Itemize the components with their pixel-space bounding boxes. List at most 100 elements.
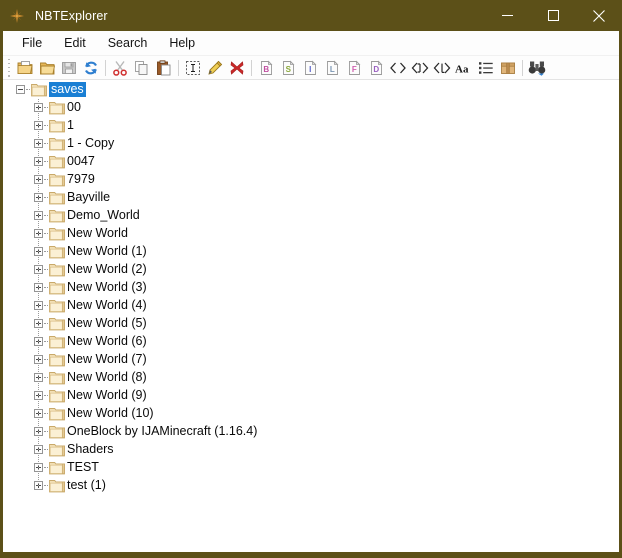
folder-icon (49, 227, 65, 241)
folder-icon (49, 353, 65, 367)
tree-item[interactable]: New World (10) (3, 405, 619, 423)
tree-connector-line (44, 485, 48, 487)
menu-item-edit[interactable]: Edit (55, 33, 95, 54)
save-icon[interactable] (58, 57, 80, 79)
tree-view[interactable]: saves 00 1 1 - Copy 0047 7979 Bayville Demo_Wor… (3, 81, 619, 552)
tree-item[interactable]: New World (3) (3, 279, 619, 297)
tree-item[interactable]: TEST (3, 459, 619, 477)
tree-item-label[interactable]: OneBlock by IJAMinecraft (1.16.4) (67, 424, 257, 439)
tree-connector-line (44, 377, 48, 379)
add-int-array-tag-icon[interactable] (409, 57, 431, 79)
tree-item[interactable]: Demo_World (3, 207, 619, 225)
tree-connector-line (44, 305, 48, 307)
add-byte-tag-icon[interactable]: B (255, 57, 277, 79)
tree-connector-line (44, 179, 48, 181)
svg-text:D: D (373, 65, 379, 74)
tree-connector-line (44, 323, 48, 325)
tree-item[interactable]: New World (1) (3, 243, 619, 261)
tree-item-label[interactable]: 7979 (67, 172, 95, 187)
tree-item-label[interactable]: New World (2) (67, 262, 147, 277)
add-list-tag-icon[interactable] (475, 57, 497, 79)
collapse-toggle-icon[interactable] (16, 85, 25, 94)
add-compound-tag-icon[interactable] (497, 57, 519, 79)
tree-item-label[interactable]: New World (7) (67, 352, 147, 367)
tree-item[interactable]: Bayville (3, 189, 619, 207)
tree-item-label[interactable]: New World (4) (67, 298, 147, 313)
add-int-tag-icon[interactable]: I (299, 57, 321, 79)
tree-item[interactable]: New World (2) (3, 261, 619, 279)
tree-connector-line (44, 359, 48, 361)
tree-item[interactable]: 00 (3, 99, 619, 117)
tree-item[interactable]: 7979 (3, 171, 619, 189)
app-compass-star-icon (9, 8, 25, 24)
tree-item-label[interactable]: 1 (67, 118, 74, 133)
tree-item[interactable]: Shaders (3, 441, 619, 459)
tree-item[interactable]: New World (4) (3, 297, 619, 315)
tree-item[interactable]: New World (5) (3, 315, 619, 333)
menu-bar: File Edit Search Help (3, 31, 619, 56)
open-folder-icon[interactable] (14, 57, 36, 79)
paste-icon[interactable] (153, 57, 175, 79)
tree-item-label[interactable]: New World (67, 226, 128, 241)
tree-item[interactable]: New World (6) (3, 333, 619, 351)
tree-connector-line (44, 431, 48, 433)
tree-item[interactable]: 1 - Copy (3, 135, 619, 153)
window-border-left (0, 31, 3, 558)
add-long-array-tag-icon[interactable] (431, 57, 453, 79)
folder-icon (49, 281, 65, 295)
cut-icon[interactable] (109, 57, 131, 79)
folder-icon (49, 191, 65, 205)
tree-item[interactable]: New World (3, 225, 619, 243)
add-long-tag-icon[interactable]: L (321, 57, 343, 79)
tree-item[interactable]: OneBlock by IJAMinecraft (1.16.4) (3, 423, 619, 441)
folder-icon (49, 389, 65, 403)
minimize-button[interactable] (484, 0, 530, 31)
tree-item-label[interactable]: 0047 (67, 154, 95, 169)
maximize-button[interactable] (530, 0, 576, 31)
delete-icon[interactable] (226, 57, 248, 79)
tree-item-label[interactable]: Bayville (67, 190, 110, 205)
refresh-icon[interactable] (80, 57, 102, 79)
tree-item-label[interactable]: 00 (67, 100, 81, 115)
tree-item-label[interactable]: Demo_World (67, 208, 140, 223)
add-string-tag-icon[interactable]: Aa (453, 57, 475, 79)
tree-item[interactable]: New World (9) (3, 387, 619, 405)
tree-item-label[interactable]: New World (1) (67, 244, 147, 259)
rename-icon[interactable] (182, 57, 204, 79)
toolbar-grip[interactable] (5, 59, 13, 77)
tree-item-label[interactable]: TEST (67, 460, 99, 475)
tree-item-label[interactable]: 1 - Copy (67, 136, 114, 151)
tree-item-label[interactable]: New World (10) (67, 406, 154, 421)
tree-item-label[interactable]: Shaders (67, 442, 114, 457)
tree-item[interactable]: New World (7) (3, 351, 619, 369)
tree-item[interactable]: 0047 (3, 153, 619, 171)
add-float-tag-icon[interactable]: F (343, 57, 365, 79)
copy-icon[interactable] (131, 57, 153, 79)
open-minecraft-folder-icon[interactable] (36, 57, 58, 79)
folder-icon (49, 317, 65, 331)
folder-icon (49, 371, 65, 385)
tree-item[interactable]: test (1) (3, 477, 619, 495)
folder-icon (49, 425, 65, 439)
edit-icon[interactable] (204, 57, 226, 79)
add-short-tag-icon[interactable]: S (277, 57, 299, 79)
find-icon[interactable] (526, 57, 548, 79)
tree-item[interactable]: 1 (3, 117, 619, 135)
add-byte-array-tag-icon[interactable] (387, 57, 409, 79)
menu-item-help[interactable]: Help (160, 33, 204, 54)
tree-item[interactable]: New World (8) (3, 369, 619, 387)
tree-item-label[interactable]: test (1) (67, 478, 106, 493)
add-double-tag-icon[interactable]: D (365, 57, 387, 79)
tree-item-label[interactable]: New World (3) (67, 280, 147, 295)
tree-item-label[interactable]: saves (49, 82, 86, 97)
tree-item[interactable]: saves (3, 81, 619, 99)
svg-text:B: B (263, 65, 269, 74)
close-button[interactable] (576, 0, 622, 31)
tree-item-label[interactable]: New World (9) (67, 388, 147, 403)
tree-item-label[interactable]: New World (8) (67, 370, 147, 385)
tree-connector-line (44, 233, 48, 235)
menu-item-search[interactable]: Search (99, 33, 157, 54)
tree-item-label[interactable]: New World (6) (67, 334, 147, 349)
tree-item-label[interactable]: New World (5) (67, 316, 147, 331)
menu-item-file[interactable]: File (13, 33, 51, 54)
